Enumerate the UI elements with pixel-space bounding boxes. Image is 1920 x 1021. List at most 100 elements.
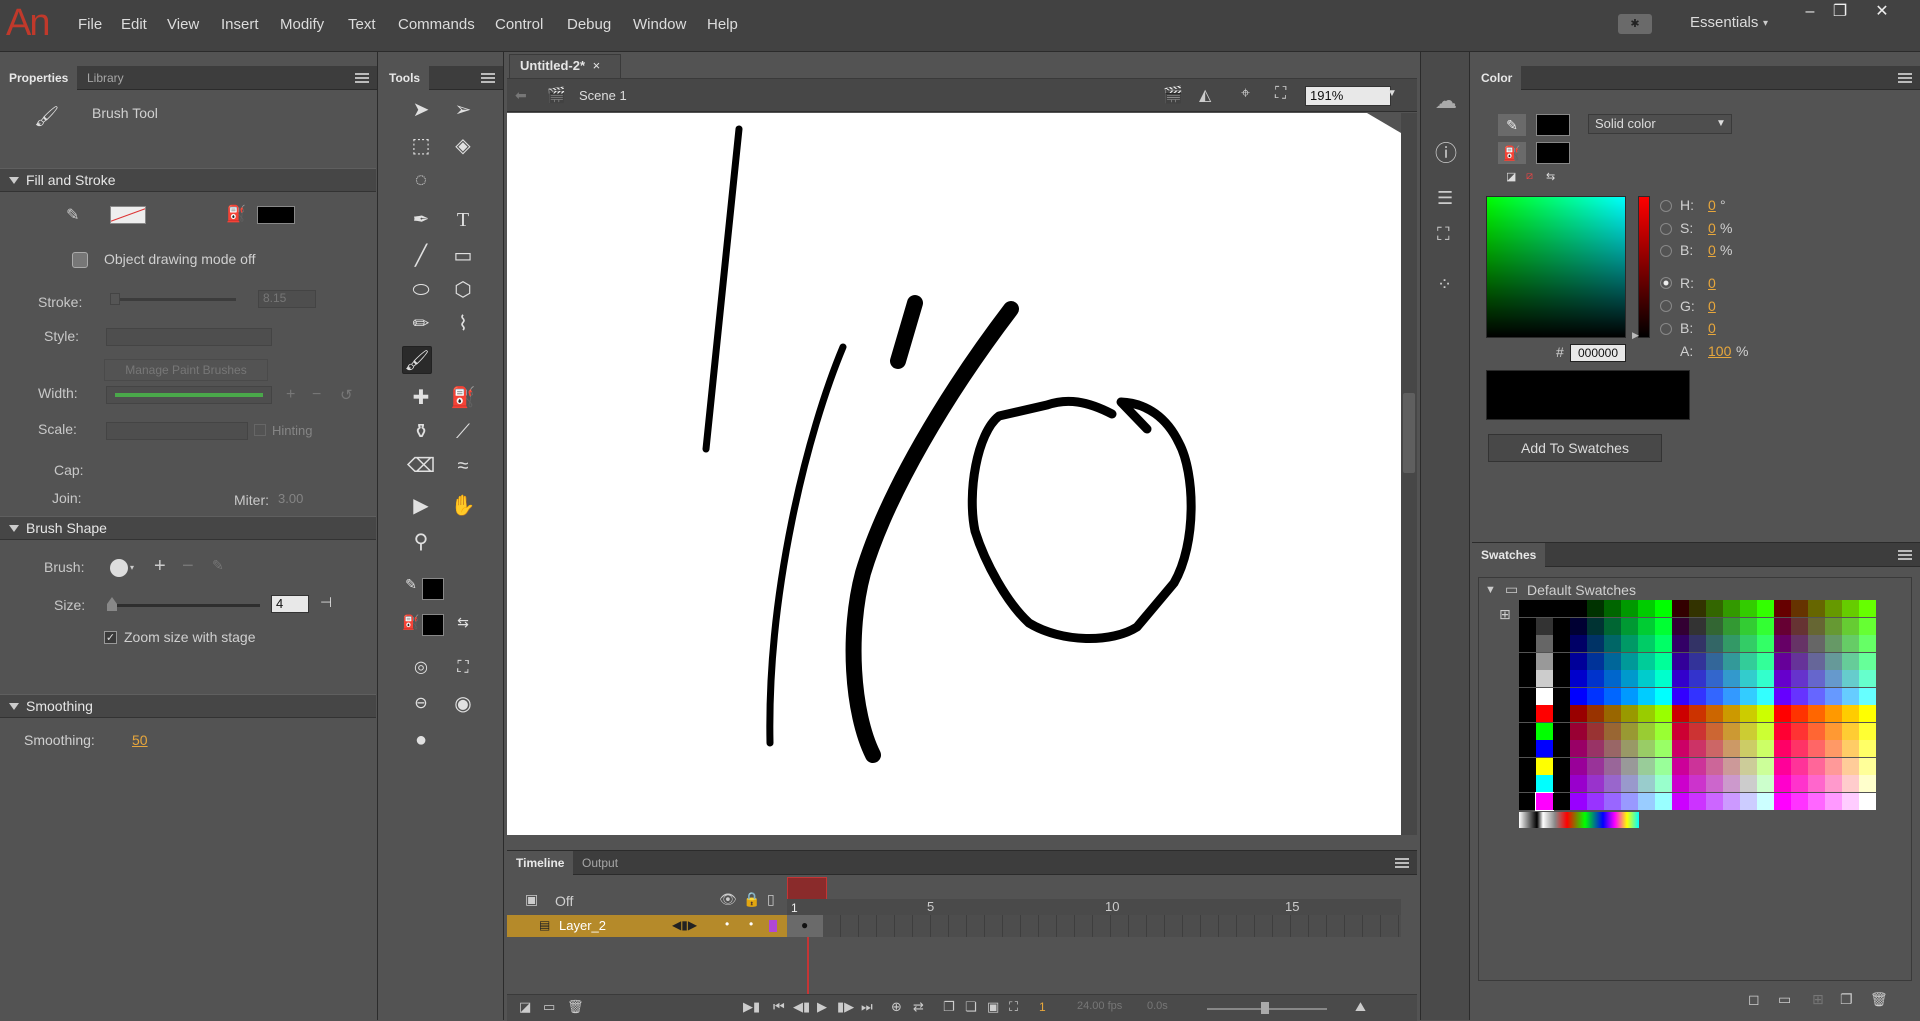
swatch-cell[interactable] [1536, 600, 1553, 617]
panel-menu-icon[interactable] [1898, 550, 1912, 560]
swatch-cell[interactable] [1638, 740, 1655, 757]
swatch-cell[interactable] [1791, 635, 1808, 652]
layer-view-icon[interactable]: ▣ [525, 891, 538, 908]
edit-brush-icon[interactable]: ✎ [212, 557, 224, 574]
swatch-cell[interactable] [1757, 652, 1774, 670]
swatch-cell[interactable] [1672, 740, 1689, 757]
swatch-cell[interactable] [1672, 670, 1689, 687]
swatch-cell[interactable] [1706, 652, 1723, 670]
swatch-cell[interactable] [1757, 670, 1774, 687]
swatch-cell[interactable] [1706, 792, 1723, 810]
swatch-cell[interactable] [1638, 775, 1655, 792]
paint-bucket-tool-icon[interactable]: ⛽ [448, 384, 478, 412]
smoothing-value[interactable]: 50 [132, 732, 148, 748]
swatch-cell[interactable] [1808, 705, 1825, 722]
swatch-cell[interactable] [1859, 775, 1876, 792]
ink-bottle-tool-icon[interactable]: ⚱ [406, 418, 436, 446]
default-colors-icon[interactable]: ◪ [1506, 170, 1516, 183]
size-value-field[interactable]: 4 [271, 595, 309, 613]
swatch-cell[interactable] [1842, 600, 1859, 617]
swatch-cell[interactable] [1825, 757, 1842, 775]
color-stroke-swatch[interactable] [1536, 114, 1570, 136]
swatch-cell[interactable] [1689, 652, 1706, 670]
swatch-cell[interactable] [1553, 757, 1570, 775]
clip-content-icon[interactable]: ⛶ [1275, 85, 1286, 103]
timeline-zoom-thumb[interactable] [1261, 1002, 1269, 1014]
swatch-cell[interactable] [1604, 635, 1621, 652]
3d-rotation-tool-icon[interactable]: ◈ [448, 132, 478, 160]
miter-value[interactable]: 3.00 [278, 491, 303, 506]
new-folder-icon[interactable]: ▭ [543, 999, 555, 1015]
creative-cloud-icon[interactable]: ☁ [1435, 88, 1457, 114]
swatch-cell[interactable] [1519, 757, 1536, 775]
radio-bl[interactable] [1660, 323, 1672, 335]
swatch-cell[interactable] [1689, 705, 1706, 722]
first-frame-icon[interactable]: ⏮ [773, 999, 785, 1015]
onion-outline-icon[interactable]: ❏ [965, 999, 977, 1015]
swatch-cell[interactable] [1553, 722, 1570, 740]
swatch-cell[interactable] [1723, 792, 1740, 810]
stroke-color-pencil-icon[interactable]: ✎ [1498, 114, 1526, 136]
swatch-cell[interactable] [1825, 652, 1842, 670]
swatch-cell[interactable] [1519, 600, 1536, 617]
swatch-cell[interactable] [1604, 687, 1621, 705]
swatch-cell[interactable] [1672, 617, 1689, 635]
chevron-down-icon[interactable]: ▼ [1387, 88, 1397, 99]
edit-scene-icon[interactable]: 🎬 [1163, 85, 1183, 105]
swatch-cell[interactable] [1570, 705, 1587, 722]
swatch-cell[interactable] [1621, 705, 1638, 722]
frame-ruler[interactable]: 1 5 10 15 [787, 899, 1401, 915]
swatch-cell[interactable] [1774, 687, 1791, 705]
swatch-cell[interactable] [1519, 722, 1536, 740]
swatch-cell[interactable] [1825, 687, 1842, 705]
new-swatch-icon[interactable]: ◻ [1748, 991, 1760, 1008]
swatch-cell[interactable] [1655, 687, 1672, 705]
swatch-cell[interactable] [1774, 652, 1791, 670]
hex-input[interactable]: 000000 [1570, 344, 1626, 362]
swatch-cell[interactable] [1842, 635, 1859, 652]
swatch-cell[interactable] [1757, 600, 1774, 617]
menu-edit[interactable]: Edit [121, 16, 147, 33]
radio-g[interactable] [1660, 300, 1672, 312]
swap-colors-icon[interactable]: ⇆ [448, 608, 478, 636]
scene-name[interactable]: Scene 1 [579, 88, 627, 103]
swatch-cell[interactable] [1553, 670, 1570, 687]
swatch-cell[interactable] [1672, 722, 1689, 740]
vertical-scrollbar[interactable] [1401, 113, 1417, 835]
swatch-cell[interactable] [1859, 687, 1876, 705]
duplicate-icon[interactable]: ❐ [1840, 991, 1853, 1008]
swatch-cell[interactable] [1604, 600, 1621, 617]
swatch-cell[interactable] [1825, 635, 1842, 652]
swatch-cell[interactable] [1672, 757, 1689, 775]
swatch-cell[interactable] [1740, 792, 1757, 810]
swatch-cell[interactable] [1604, 792, 1621, 810]
vertical-scroll-thumb[interactable] [1403, 393, 1415, 473]
grid-view-icon[interactable]: ⊞ [1812, 991, 1824, 1008]
swatch-cell[interactable] [1570, 652, 1587, 670]
swatch-cell[interactable] [1621, 600, 1638, 617]
swatch-cell[interactable] [1774, 617, 1791, 635]
swatch-cell[interactable] [1774, 792, 1791, 810]
stroke-slider[interactable] [110, 298, 236, 301]
hand-tool-icon[interactable]: ✋ [448, 492, 478, 520]
align-icon[interactable]: ☰ [1437, 188, 1453, 209]
swatch-cell[interactable] [1519, 687, 1536, 705]
swatch-cell[interactable] [1570, 792, 1587, 810]
bone-tool-icon[interactable]: ✚ [406, 384, 436, 412]
swatch-cell[interactable] [1672, 775, 1689, 792]
swatch-cell[interactable] [1842, 652, 1859, 670]
swatch-cell[interactable] [1723, 600, 1740, 617]
menu-view[interactable]: View [167, 16, 199, 33]
eyedropper-tool-icon[interactable]: ⟋ [448, 418, 478, 446]
swatch-cell[interactable] [1740, 687, 1757, 705]
swatch-cell[interactable] [1638, 652, 1655, 670]
swatch-cell[interactable] [1774, 775, 1791, 792]
swatch-cell[interactable] [1553, 792, 1570, 810]
swatch-cell[interactable] [1842, 617, 1859, 635]
no-color-icon[interactable]: ⧄ [1526, 170, 1533, 183]
close-window-button[interactable]: ✕ [1862, 0, 1902, 26]
swatch-cell[interactable] [1570, 600, 1587, 617]
swatch-cell[interactable] [1740, 670, 1757, 687]
swatch-cell[interactable] [1604, 775, 1621, 792]
swatch-cell[interactable] [1570, 670, 1587, 687]
